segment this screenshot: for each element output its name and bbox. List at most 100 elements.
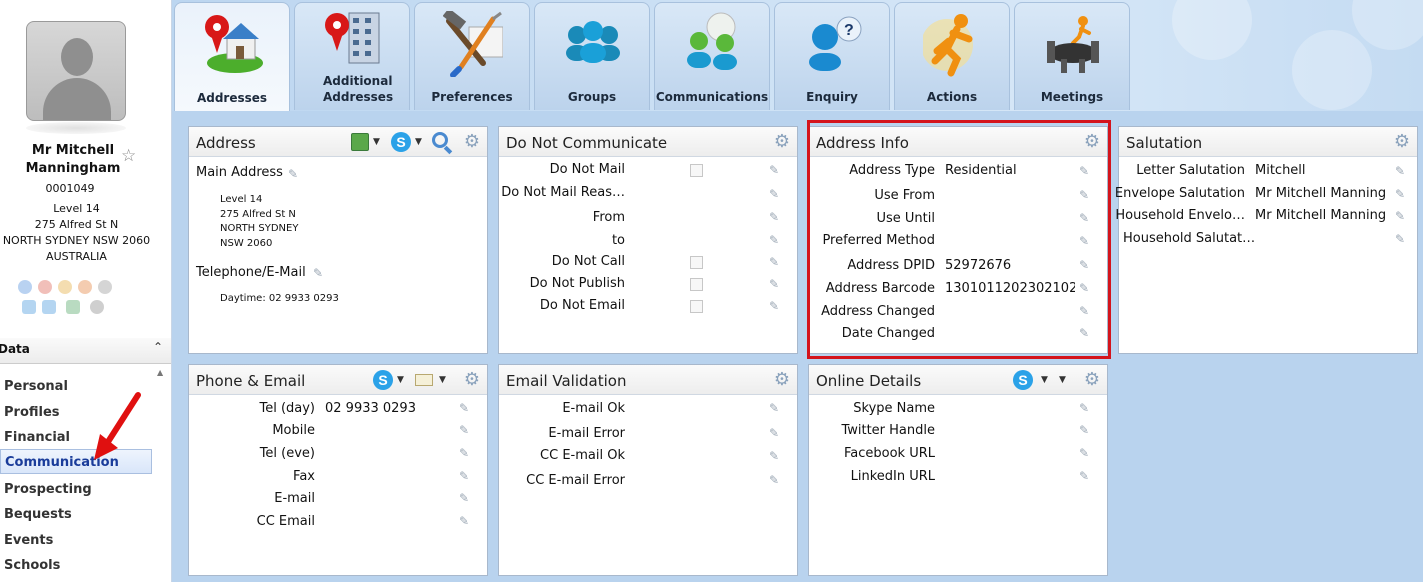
email-validation-panel: Email Validation ⚙ E-mail Ok ✎ E-mail Er… <box>498 364 798 576</box>
edit-from-icon[interactable]: ✎ <box>769 210 783 224</box>
question-person-icon: ? <box>809 16 862 71</box>
tab-additional-addresses[interactable]: Additional Addresses <box>294 2 410 110</box>
tools-icon <box>443 11 503 77</box>
more-dropdown-icon[interactable]: ▼ <box>1059 375 1066 385</box>
edit-facebook-url-icon[interactable]: ✎ <box>1079 446 1093 460</box>
cc-email-error-label: CC E-mail Error <box>526 473 625 488</box>
edit-letter-salutation-icon[interactable]: ✎ <box>1395 164 1409 178</box>
maps-dropdown-icon[interactable]: ▼ <box>373 137 380 147</box>
edit-do-not-mail-icon[interactable]: ✎ <box>769 163 783 177</box>
gear-icon[interactable]: ⚙ <box>1392 132 1412 152</box>
gear-icon[interactable]: ⚙ <box>462 132 482 152</box>
edit-envelope-salutation-icon[interactable]: ✎ <box>1395 187 1409 201</box>
do-not-call-checkbox[interactable] <box>690 256 703 269</box>
tab-addresses[interactable]: Addresses <box>174 2 290 111</box>
tab-preferences[interactable]: Preferences <box>414 2 530 110</box>
edit-cc-email-icon[interactable]: ✎ <box>459 514 473 528</box>
edit-do-not-email-icon[interactable]: ✎ <box>769 299 783 313</box>
person-status-icon <box>38 280 52 294</box>
address-panel-title: Address <box>196 134 256 152</box>
nav-item-bequests[interactable]: Bequests <box>0 502 152 527</box>
google-maps-icon[interactable] <box>351 133 369 151</box>
skype-name-label: Skype Name <box>853 401 935 416</box>
chevron-up-icon[interactable]: ⌃ <box>153 340 163 354</box>
tel-eve-label: Tel (eve) <box>259 446 315 461</box>
address-map-pin-icon <box>205 15 263 73</box>
skype-dropdown-icon[interactable]: ▼ <box>415 137 422 147</box>
tab-enquiry[interactable]: ? Enquiry <box>774 2 890 110</box>
facebook-url-label: Facebook URL <box>843 446 935 461</box>
gear-icon[interactable]: ⚙ <box>1082 370 1102 390</box>
online-details-title: Online Details <box>816 372 922 390</box>
phone-email-header: Phone & Email S ▼ ▼ ⚙ <box>189 365 487 395</box>
edit-do-not-mail-reason-icon[interactable]: ✎ <box>769 187 783 201</box>
skype-dropdown-icon[interactable]: ▼ <box>397 375 404 385</box>
tab-actions[interactable]: Actions <box>894 2 1010 110</box>
red-annotation-arrow <box>94 392 141 460</box>
people-talk-icon <box>687 12 737 70</box>
envelope-salutation-label: Envelope Salutation <box>1114 186 1245 201</box>
do-not-email-checkbox[interactable] <box>690 300 703 313</box>
tab-meetings[interactable]: Meetings <box>1014 2 1130 110</box>
edit-telephone-icon[interactable]: ✎ <box>313 266 327 280</box>
cc-email-ok-label: CC E-mail Ok <box>540 448 625 463</box>
from-label: From <box>592 210 625 225</box>
edit-do-not-call-icon[interactable]: ✎ <box>769 255 783 269</box>
people-group-icon <box>566 21 620 63</box>
edit-to-icon[interactable]: ✎ <box>769 233 783 247</box>
envelope-salutation-value: Mr Mitchell Manningl <box>1255 186 1386 201</box>
ribbon-toolbar: Addresses Additional Addresses Preferenc… <box>172 0 1423 111</box>
edit-household-salutation-icon[interactable]: ✎ <box>1395 232 1409 246</box>
do-not-mail-checkbox[interactable] <box>690 164 703 177</box>
tab-groups[interactable]: Groups <box>534 2 650 110</box>
running-person-icon <box>923 14 973 77</box>
nav-item-events[interactable]: Events <box>0 528 152 553</box>
do-not-publish-label: Do Not Publish <box>529 276 625 291</box>
data-section-header[interactable]: Data ⌃ <box>0 338 171 364</box>
scroll-up-arrow-icon[interactable]: ▲ <box>157 368 163 377</box>
contact-address-line: NORTH SYDNEY NSW 2060 <box>2 234 151 247</box>
skype-icon[interactable]: S <box>373 370 393 390</box>
edit-household-envelope-icon[interactable]: ✎ <box>1395 209 1409 223</box>
warning-status-icon <box>78 280 92 294</box>
edit-email-icon[interactable]: ✎ <box>459 491 473 505</box>
edit-main-address-icon[interactable]: ✎ <box>288 167 302 181</box>
tab-preferences-label: Preferences <box>431 90 513 104</box>
email-validation-header: Email Validation ⚙ <box>499 365 797 395</box>
edit-cc-email-error-icon[interactable]: ✎ <box>769 473 783 487</box>
gear-icon[interactable]: ⚙ <box>772 370 792 390</box>
edit-email-error-icon[interactable]: ✎ <box>769 426 783 440</box>
tel-day-value: 02 9933 0293 <box>325 401 416 416</box>
edit-tel-day-icon[interactable]: ✎ <box>459 401 473 415</box>
edit-mobile-icon[interactable]: ✎ <box>459 423 473 437</box>
main-address-line: NORTH SYDNEY <box>220 223 299 234</box>
daytime-phone: Daytime: 02 9933 0293 <box>220 293 339 304</box>
edit-cc-email-ok-icon[interactable]: ✎ <box>769 449 783 463</box>
edit-fax-icon[interactable]: ✎ <box>459 469 473 483</box>
nav-item-schools[interactable]: Schools <box>0 553 152 578</box>
edit-skype-name-icon[interactable]: ✎ <box>1079 401 1093 415</box>
skype-icon[interactable]: S <box>391 132 411 152</box>
letter-salutation-label: Letter Salutation <box>1136 163 1245 178</box>
edit-tel-eve-icon[interactable]: ✎ <box>459 446 473 460</box>
favourite-star-icon[interactable]: ☆ <box>121 148 136 165</box>
data-section-label: Data <box>0 342 30 356</box>
email-validation-title: Email Validation <box>506 372 627 390</box>
gear-icon[interactable]: ⚙ <box>462 370 482 390</box>
email-dropdown-icon[interactable]: ▼ <box>439 375 446 385</box>
edit-email-ok-icon[interactable]: ✎ <box>769 401 783 415</box>
email-envelope-icon[interactable] <box>415 374 433 386</box>
contact-address: Level 14 275 Alfred St N NORTH SYDNEY NS… <box>0 201 153 265</box>
do-not-publish-checkbox[interactable] <box>690 278 703 291</box>
edit-twitter-handle-icon[interactable]: ✎ <box>1079 423 1093 437</box>
card-status-icon <box>22 300 36 314</box>
nav-item-prospecting[interactable]: Prospecting <box>0 477 152 502</box>
tab-communications[interactable]: Communications <box>654 2 770 110</box>
edit-do-not-publish-icon[interactable]: ✎ <box>769 277 783 291</box>
skype-dropdown-icon[interactable]: ▼ <box>1041 375 1048 385</box>
skype-icon[interactable]: S <box>1013 370 1033 390</box>
edit-linkedin-url-icon[interactable]: ✎ <box>1079 469 1093 483</box>
do-not-communicate-header: Do Not Communicate ⚙ <box>499 127 797 157</box>
salutation-title: Salutation <box>1126 134 1203 152</box>
gear-icon[interactable]: ⚙ <box>772 132 792 152</box>
